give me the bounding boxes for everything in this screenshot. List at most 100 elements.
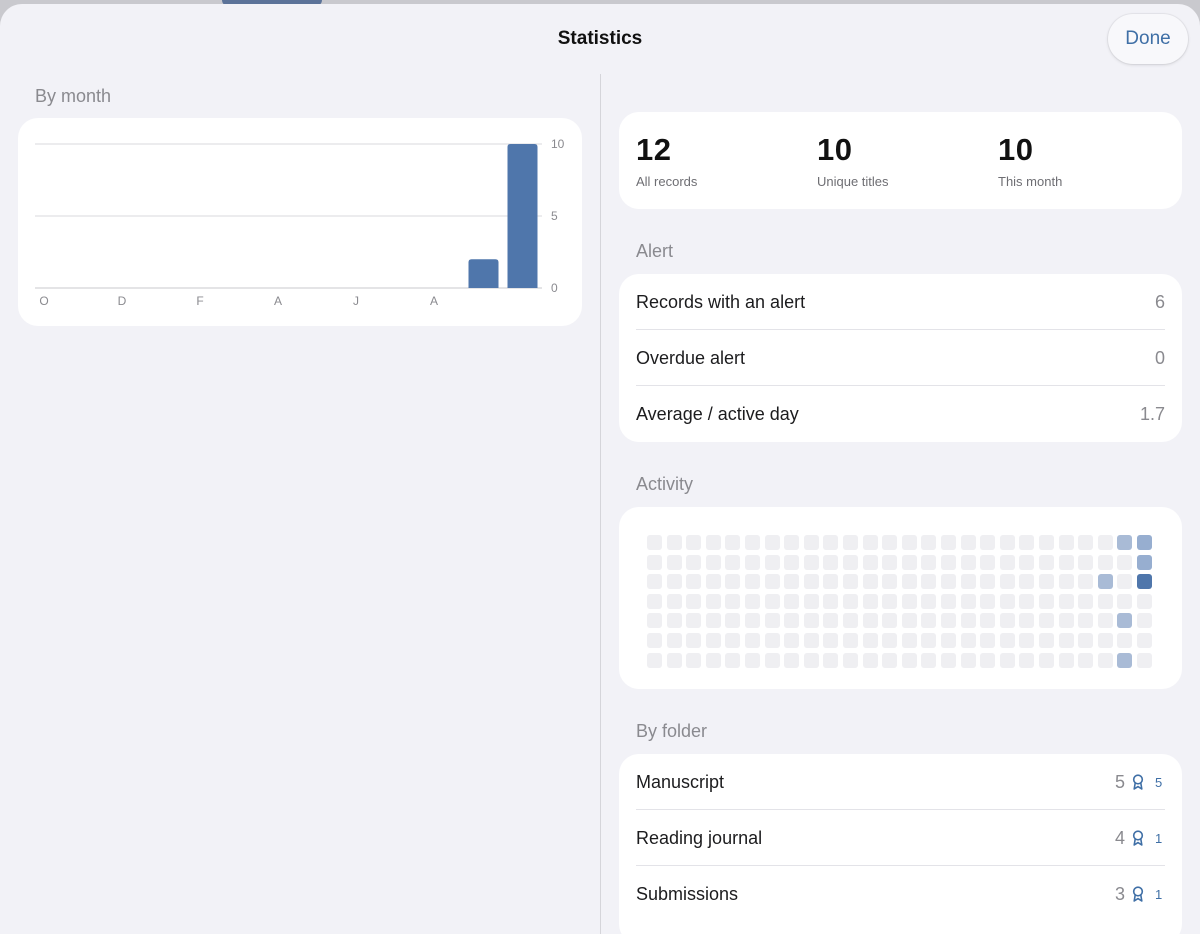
activity-cell bbox=[862, 633, 878, 648]
by-folder-section-label: By folder bbox=[636, 721, 708, 741]
alert-card: Records with an alert 6 Overdue alert 0 … bbox=[619, 274, 1182, 442]
activity-cell bbox=[960, 535, 976, 550]
activity-cell bbox=[901, 554, 917, 570]
activity-cell bbox=[686, 613, 702, 629]
stat-value: 10 bbox=[817, 132, 853, 167]
activity-cell bbox=[1039, 535, 1054, 550]
activity-cell bbox=[921, 652, 937, 668]
activity-cell bbox=[901, 535, 917, 550]
activity-cell bbox=[941, 593, 956, 609]
activity-cell bbox=[980, 535, 996, 550]
alert-section-label: Alert bbox=[636, 241, 674, 261]
activity-cell bbox=[705, 554, 721, 570]
activity-cell bbox=[921, 574, 937, 590]
activity-cell bbox=[882, 574, 898, 590]
y-tick-label: 0 bbox=[551, 281, 558, 295]
activity-cell bbox=[980, 554, 996, 570]
folder-stats: 5 5 bbox=[1105, 772, 1165, 793]
stat-label: All records bbox=[636, 174, 698, 189]
folder-badge-count: 5 bbox=[1155, 774, 1163, 790]
activity-cell bbox=[882, 554, 898, 570]
activity-cell bbox=[901, 574, 917, 590]
activity-cell bbox=[784, 633, 800, 648]
activity-cell bbox=[960, 633, 976, 648]
activity-cell bbox=[999, 554, 1015, 570]
activity-heatmap bbox=[619, 507, 1182, 689]
activity-cell bbox=[1039, 593, 1054, 609]
activity-cell bbox=[1078, 554, 1094, 570]
activity-cell bbox=[666, 613, 682, 629]
activity-cell bbox=[647, 613, 662, 629]
by-month-chart-card: 10 5 0 O D F A J A bbox=[18, 118, 582, 326]
alert-row-records-with-alert[interactable]: Records with an alert 6 bbox=[636, 274, 1165, 330]
folder-badge-count: 1 bbox=[1155, 886, 1163, 902]
activity-cell bbox=[784, 574, 800, 590]
activity-cell bbox=[941, 554, 956, 570]
activity-cell bbox=[705, 633, 721, 648]
ribbon-award-icon bbox=[1132, 886, 1144, 902]
activity-cell bbox=[666, 593, 682, 609]
activity-cell bbox=[999, 633, 1015, 648]
row-value: 1.7 bbox=[1139, 403, 1165, 424]
folder-name: Submissions bbox=[636, 883, 739, 904]
activity-cell bbox=[843, 593, 858, 609]
activity-cell bbox=[1097, 574, 1113, 590]
activity-cell bbox=[666, 554, 682, 570]
activity-cell bbox=[1117, 633, 1133, 648]
activity-cell bbox=[882, 613, 898, 629]
statistics-sheet: Statistics Done By month 10 5 0 O D F A J A 12 A… bbox=[0, 4, 1200, 934]
activity-cell bbox=[1137, 554, 1152, 570]
folder-row-reading-journal[interactable]: Reading journal 4 1 bbox=[636, 810, 1165, 866]
activity-cell bbox=[921, 554, 937, 570]
activity-cell bbox=[647, 574, 662, 590]
activity-cell bbox=[666, 633, 682, 648]
activity-cell bbox=[921, 535, 937, 550]
activity-cell bbox=[745, 535, 760, 550]
activity-cell bbox=[725, 652, 741, 668]
activity-cell bbox=[745, 652, 760, 668]
activity-cell bbox=[843, 535, 858, 550]
stat-all-records: 12 All records bbox=[636, 132, 697, 189]
chart-bar bbox=[507, 144, 538, 288]
activity-cell bbox=[1019, 613, 1035, 629]
activity-cell bbox=[1019, 593, 1035, 609]
column-divider bbox=[600, 74, 601, 934]
activity-cell bbox=[686, 633, 702, 648]
alert-row-average-active-day[interactable]: Average / active day 1.7 bbox=[636, 386, 1165, 442]
activity-cell bbox=[1097, 593, 1113, 609]
activity-cell bbox=[1039, 633, 1054, 648]
row-label: Records with an alert bbox=[636, 291, 806, 312]
activity-cell bbox=[882, 593, 898, 609]
sheet-header: Statistics Done bbox=[0, 4, 1200, 74]
activity-cell bbox=[823, 535, 839, 550]
activity-cell bbox=[1058, 554, 1074, 570]
activity-cell bbox=[1058, 633, 1074, 648]
activity-cell bbox=[745, 613, 760, 629]
activity-cell bbox=[960, 574, 976, 590]
activity-cell bbox=[1019, 535, 1035, 550]
activity-cell bbox=[1078, 613, 1094, 629]
folder-row-manuscript[interactable]: Manuscript 5 5 bbox=[636, 754, 1165, 810]
activity-cell bbox=[1078, 593, 1094, 609]
by-folder-card: Manuscript 5 5 Reading journal 4 1 Submi… bbox=[619, 754, 1182, 934]
folder-row-submissions[interactable]: Submissions 3 1 bbox=[636, 866, 1165, 922]
activity-cell bbox=[999, 652, 1015, 668]
activity-cell bbox=[803, 593, 819, 609]
alert-row-overdue[interactable]: Overdue alert 0 bbox=[636, 330, 1165, 386]
activity-cell bbox=[1137, 593, 1152, 609]
activity-cell bbox=[862, 593, 878, 609]
activity-cell bbox=[686, 593, 702, 609]
activity-cell bbox=[823, 593, 839, 609]
activity-cell bbox=[666, 574, 682, 590]
activity-cell bbox=[941, 613, 956, 629]
folder-stats: 4 1 bbox=[1105, 828, 1165, 849]
activity-cell bbox=[1097, 535, 1113, 550]
activity-cell bbox=[1058, 652, 1074, 668]
done-button[interactable]: Done bbox=[1108, 14, 1188, 64]
stat-this-month: 10 This month bbox=[998, 132, 1062, 189]
activity-cell bbox=[980, 593, 996, 609]
activity-cell bbox=[1039, 652, 1054, 668]
ribbon-award-icon bbox=[1132, 774, 1144, 790]
activity-cell bbox=[882, 633, 898, 648]
activity-cell bbox=[745, 574, 760, 590]
